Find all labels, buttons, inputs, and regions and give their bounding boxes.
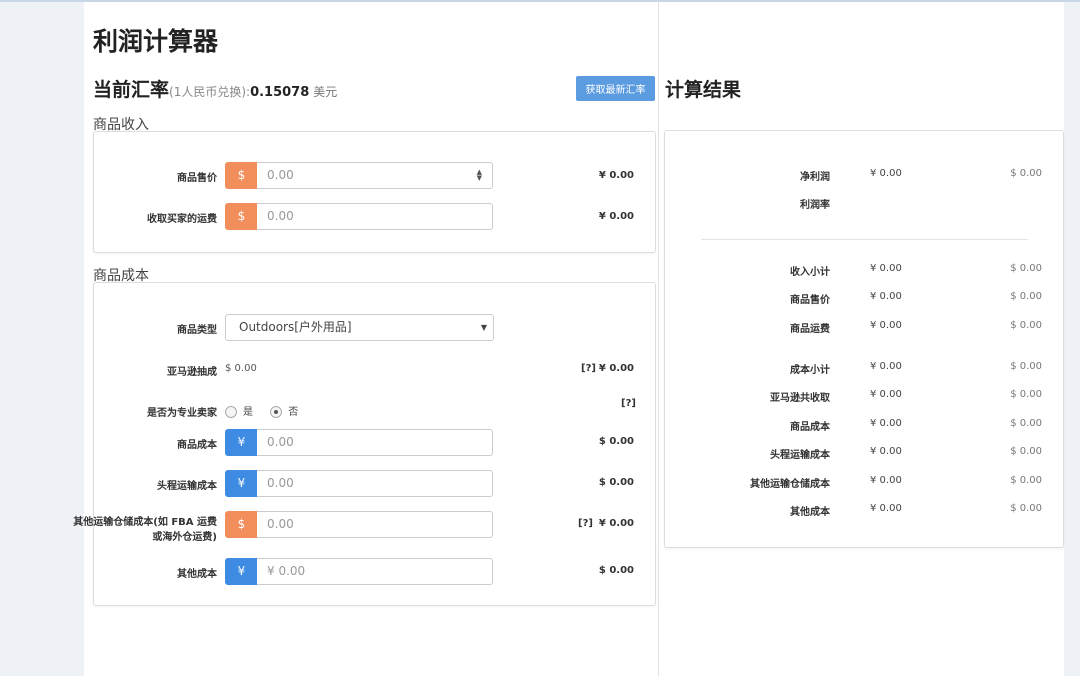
- result-row-cny: ¥ 0.00: [870, 446, 902, 457]
- first-leg-placeholder: 0.00: [267, 476, 294, 490]
- result-row-usd: $ 0.00: [1010, 503, 1042, 514]
- first-leg-input[interactable]: 0.00: [257, 470, 493, 497]
- exchange-rate-label: 当前汇率: [93, 79, 170, 101]
- pro-seller-no-option[interactable]: 否: [270, 406, 299, 418]
- category-selected: Outdoors[户外用品]: [239, 320, 352, 334]
- shipping-input[interactable]: 0.00: [257, 203, 493, 230]
- result-row-label: 头程运输成本: [770, 450, 830, 461]
- result-row-usd: $ 0.00: [1010, 361, 1042, 372]
- product-cost-currency-addon: ¥: [225, 429, 258, 456]
- exchange-rate-unit: 美元: [313, 85, 338, 99]
- page-title: 利润计算器: [93, 27, 219, 56]
- result-row-label: 商品运费: [790, 324, 830, 335]
- product-cost-label: 商品成本: [177, 440, 217, 451]
- price-input-placeholder: 0.00: [267, 168, 294, 182]
- price-spinner-icon[interactable]: ▲ ▼: [477, 169, 482, 182]
- commission-result: ¥ 0.00: [598, 363, 634, 374]
- first-leg-result: $ 0.00: [598, 477, 634, 488]
- result-row-cny: ¥ 0.00: [870, 361, 902, 372]
- price-input[interactable]: 0.00 ▲ ▼: [257, 162, 493, 189]
- other-cost-placeholder: ¥ 0.00: [267, 564, 306, 578]
- radio-yes-icon[interactable]: [225, 406, 237, 418]
- exchange-rate: 当前汇率(1人民币兑换):0.15078 美元: [93, 75, 337, 102]
- pro-seller-radios: 是 否: [225, 403, 298, 418]
- results-panel: 净利润 ¥ 0.00 $ 0.00 利润率 收入小计 ¥ 0.00 $ 0.00…: [664, 130, 1064, 548]
- cost-panel: 商品类型 Outdoors[户外用品] ▼ 亚马逊抽成 $ 0.00 [?] ¥…: [73, 282, 656, 606]
- category-select[interactable]: Outdoors[户外用品] ▼: [225, 314, 494, 341]
- commission-value: $ 0.00: [225, 363, 257, 374]
- result-row-cny: ¥ 0.00: [870, 389, 902, 400]
- pro-seller-no-label: 否: [288, 407, 299, 418]
- fetch-rate-button[interactable]: 获取最新汇率: [576, 76, 655, 101]
- result-row-label: 亚马逊共收取: [770, 393, 830, 404]
- price-label: 商品售价: [177, 173, 217, 184]
- result-row-usd: $ 0.00: [1010, 418, 1042, 429]
- product-cost-placeholder: 0.00: [267, 435, 294, 449]
- result-row-cny: ¥ 0.00: [870, 475, 902, 486]
- result-row-usd: $ 0.00: [1010, 389, 1042, 400]
- result-row-usd: $ 0.00: [1010, 291, 1042, 302]
- result-row-cny: ¥ 0.00: [870, 291, 902, 302]
- product-cost-input[interactable]: 0.00: [257, 429, 493, 456]
- result-row-cny: ¥ 0.00: [870, 503, 902, 514]
- result-row-cny: ¥ 0.00: [870, 263, 902, 274]
- pro-seller-yes-label: 是: [243, 407, 253, 418]
- net-profit-usd: $ 0.00: [1010, 168, 1042, 179]
- column-divider: [658, 2, 659, 676]
- other-cost-input[interactable]: ¥ 0.00: [257, 558, 493, 585]
- shipping-result: ¥ 0.00: [598, 211, 634, 222]
- commission-label: 亚马逊抽成: [167, 367, 217, 378]
- exchange-rate-note: (1人民币兑换):: [169, 85, 251, 99]
- other-storage-label: 其他运输仓储成本(如 FBA 运费或海外仓运费): [73, 517, 217, 543]
- results-title: 计算结果: [665, 79, 742, 101]
- pro-seller-label: 是否为专业卖家: [147, 408, 217, 419]
- other-cost-label: 其他成本: [177, 569, 217, 580]
- other-storage-help-icon[interactable]: [?]: [578, 518, 593, 529]
- result-row-usd: $ 0.00: [1010, 263, 1042, 274]
- other-storage-input[interactable]: 0.00: [257, 511, 493, 538]
- result-row-cny: ¥ 0.00: [870, 418, 902, 429]
- shipping-label: 收取买家的运费: [147, 214, 217, 225]
- category-label: 商品类型: [177, 325, 217, 336]
- commission-help-icon[interactable]: [?]: [581, 363, 596, 374]
- result-row-label: 其他成本: [790, 507, 830, 518]
- result-row-label: 成本小计: [790, 365, 830, 376]
- result-row-label: 收入小计: [790, 267, 830, 278]
- other-storage-currency-addon: $: [225, 511, 258, 538]
- price-result: ¥ 0.00: [598, 170, 634, 181]
- chevron-down-icon: ▼: [480, 323, 487, 332]
- income-panel: 商品售价 $ 0.00 ▲ ▼ ¥ 0.00 收取买家的运费 $ 0.00 ¥ 0…: [93, 131, 656, 253]
- result-row-usd: $ 0.00: [1010, 446, 1042, 457]
- pro-seller-help-icon[interactable]: [?]: [621, 398, 636, 409]
- result-row-label: 商品售价: [790, 295, 830, 306]
- pro-seller-yes-option[interactable]: 是: [225, 406, 253, 418]
- result-row-usd: $ 0.00: [1010, 475, 1042, 486]
- other-storage-placeholder: 0.00: [267, 517, 294, 531]
- other-storage-result: ¥ 0.00: [598, 518, 634, 529]
- net-profit-cny: ¥ 0.00: [870, 168, 902, 179]
- result-row-cny: ¥ 0.00: [870, 320, 902, 331]
- first-leg-label: 头程运输成本: [157, 481, 217, 492]
- shipping-input-placeholder: 0.00: [267, 209, 294, 223]
- other-cost-result: $ 0.00: [598, 565, 634, 576]
- results-divider: [701, 239, 1028, 240]
- product-cost-result: $ 0.00: [598, 436, 634, 447]
- first-leg-currency-addon: ¥: [225, 470, 258, 497]
- calculator-page: 利润计算器 当前汇率(1人民币兑换):0.15078 美元 获取最新汇率 商品收入…: [73, 2, 1064, 676]
- other-cost-currency-addon: ¥: [225, 558, 258, 585]
- net-profit-label: 净利润: [800, 172, 830, 183]
- radio-no-icon[interactable]: [270, 406, 283, 418]
- exchange-rate-value: 0.15078: [250, 85, 310, 100]
- result-row-label: 其他运输仓储成本: [750, 479, 830, 490]
- price-currency-addon: $: [225, 162, 258, 189]
- result-row-label: 商品成本: [790, 422, 830, 433]
- result-row-usd: $ 0.00: [1010, 320, 1042, 331]
- shipping-currency-addon: $: [225, 203, 258, 230]
- margin-label: 利润率: [800, 200, 830, 211]
